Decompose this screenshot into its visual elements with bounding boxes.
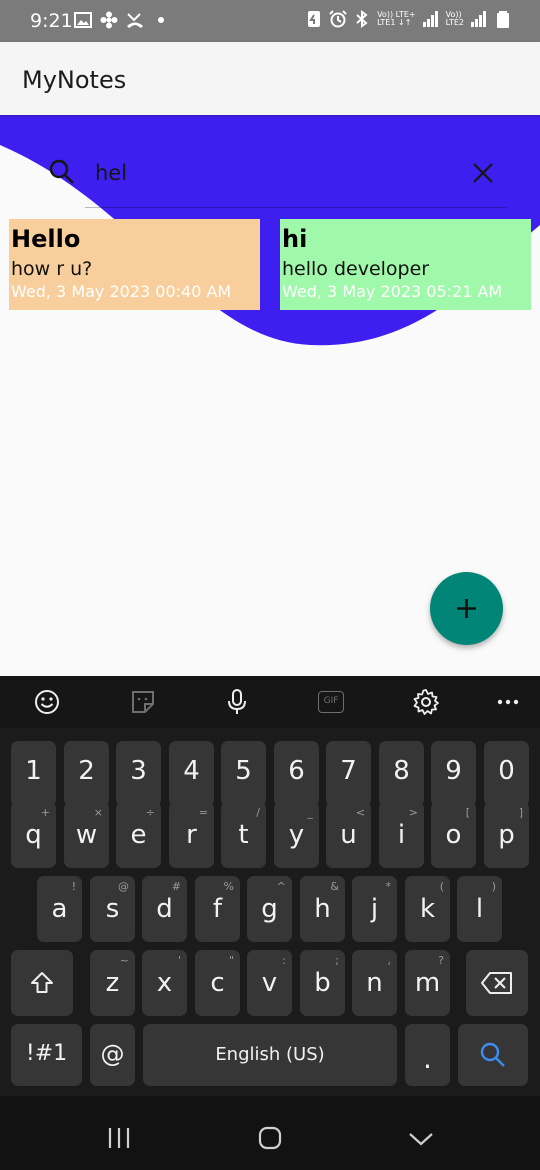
app-title: MyNotes bbox=[22, 66, 127, 94]
missed-call-icon bbox=[127, 13, 143, 28]
soft-keyboard: GIF 1 2 3 4 5 6 7 8 9 0 + q × w ÷ e = r / t _… bbox=[0, 676, 540, 1096]
shift-icon bbox=[31, 972, 53, 993]
plus-icon bbox=[457, 599, 476, 618]
key-3[interactable]: 3 bbox=[116, 741, 161, 807]
note-date: Wed, 3 May 2023 05:21 AM bbox=[282, 282, 503, 301]
key-0[interactable]: 0 bbox=[484, 741, 529, 807]
search-icon bbox=[480, 1042, 505, 1067]
sim1-network: Vo)) LTE+ LTE1 ↓↑ bbox=[377, 10, 416, 27]
battery-saver-icon bbox=[308, 11, 321, 27]
keyboard-toolbar: GIF bbox=[0, 676, 540, 728]
note-body: hello developer bbox=[282, 258, 430, 280]
key-period[interactable]: . bbox=[405, 1024, 450, 1086]
signal-icon bbox=[422, 11, 438, 27]
key-g[interactable]: ^ g bbox=[247, 876, 292, 942]
fan-icon bbox=[100, 11, 118, 29]
key-f[interactable]: % f bbox=[195, 876, 240, 942]
back-icon[interactable] bbox=[406, 1126, 436, 1150]
status-bar: 9:21 Vo)) LTE+ LTE1 ↓↑ Vo)) LTE2 bbox=[0, 0, 540, 42]
note-card[interactable]: Hello how r u? Wed, 3 May 2023 00:40 AM bbox=[9, 219, 260, 310]
gif-icon[interactable]: GIF bbox=[318, 691, 344, 713]
key-z[interactable]: ~ z bbox=[90, 950, 135, 1016]
note-date: Wed, 3 May 2023 00:40 AM bbox=[11, 282, 232, 301]
key-e[interactable]: ÷ e bbox=[116, 802, 161, 868]
key-x[interactable]: ' x bbox=[142, 950, 187, 1016]
close-icon[interactable] bbox=[470, 160, 496, 186]
settings-icon[interactable] bbox=[412, 688, 440, 716]
key-c[interactable]: " c bbox=[195, 950, 240, 1016]
status-time: 9:21 bbox=[30, 10, 73, 32]
key-k[interactable]: (k bbox=[405, 876, 450, 942]
key-m[interactable]: ? m bbox=[405, 950, 450, 1016]
key-y[interactable]: _ y bbox=[274, 802, 319, 868]
symbols-key[interactable]: !#1 bbox=[11, 1024, 82, 1086]
key-h[interactable]: & h bbox=[300, 876, 345, 942]
search-bar bbox=[40, 148, 510, 208]
search-key[interactable] bbox=[458, 1024, 528, 1086]
shift-key[interactable] bbox=[11, 950, 73, 1016]
key-w[interactable]: × w bbox=[64, 802, 109, 868]
note-title: hi bbox=[282, 225, 308, 253]
gallery-icon bbox=[74, 12, 92, 28]
key-2[interactable]: 2 bbox=[64, 741, 109, 807]
key-b[interactable]: ; b bbox=[300, 950, 345, 1016]
home-icon[interactable] bbox=[255, 1126, 285, 1150]
key-v[interactable]: :v bbox=[247, 950, 292, 1016]
recents-icon[interactable] bbox=[104, 1126, 134, 1150]
key-u[interactable]: < u bbox=[326, 802, 371, 868]
key-1[interactable]: 1 bbox=[11, 741, 56, 807]
dot-icon bbox=[158, 17, 164, 23]
key-t[interactable]: / t bbox=[221, 802, 266, 868]
battery-icon bbox=[497, 11, 509, 28]
status-system-icons: Vo)) LTE+ LTE1 ↓↑ Vo)) LTE2 bbox=[305, 10, 512, 28]
key-a[interactable]: ! a bbox=[37, 876, 82, 942]
note-card[interactable]: hi hello developer Wed, 3 May 2023 05:21… bbox=[280, 219, 531, 310]
backspace-icon bbox=[481, 972, 512, 994]
key-i[interactable]: > i bbox=[379, 802, 424, 868]
key-r[interactable]: = r bbox=[169, 802, 214, 868]
note-title: Hello bbox=[11, 225, 81, 253]
add-note-button[interactable] bbox=[430, 572, 503, 645]
key-d[interactable]: # d bbox=[142, 876, 187, 942]
key-8[interactable]: 8 bbox=[379, 741, 424, 807]
key-5[interactable]: 5 bbox=[221, 741, 266, 807]
key-o[interactable]: [o bbox=[431, 802, 476, 868]
key-n[interactable]: ,n bbox=[352, 950, 397, 1016]
backspace-key[interactable] bbox=[466, 950, 528, 1016]
navigation-bar bbox=[0, 1096, 540, 1170]
search-input[interactable] bbox=[95, 158, 455, 188]
space-key[interactable]: English (US) bbox=[143, 1024, 397, 1086]
alarm-icon bbox=[329, 10, 347, 28]
key-4[interactable]: 4 bbox=[169, 741, 214, 807]
status-notification-icons bbox=[74, 11, 170, 29]
key-s[interactable]: @ s bbox=[90, 876, 135, 942]
note-body: how r u? bbox=[11, 258, 93, 280]
key-6[interactable]: 6 bbox=[274, 741, 319, 807]
emoji-icon[interactable] bbox=[33, 688, 61, 716]
key-p[interactable]: ] p bbox=[484, 802, 529, 868]
bluetooth-icon bbox=[356, 10, 368, 28]
key-7[interactable]: 7 bbox=[326, 741, 371, 807]
key-l[interactable]: ) l bbox=[457, 876, 502, 942]
more-icon[interactable] bbox=[494, 688, 522, 716]
search-underline bbox=[85, 207, 507, 208]
app-bar: MyNotes bbox=[0, 42, 540, 115]
search-icon bbox=[49, 159, 74, 184]
sim2-network: Vo)) LTE2 bbox=[445, 10, 464, 27]
sticker-icon[interactable] bbox=[129, 688, 157, 716]
key-9[interactable]: 9 bbox=[431, 741, 476, 807]
signal-icon bbox=[471, 11, 486, 27]
mic-icon[interactable] bbox=[223, 688, 251, 716]
key-j[interactable]: * j bbox=[352, 876, 397, 942]
key-at[interactable]: @ bbox=[90, 1024, 135, 1086]
key-q[interactable]: + q bbox=[11, 802, 56, 868]
